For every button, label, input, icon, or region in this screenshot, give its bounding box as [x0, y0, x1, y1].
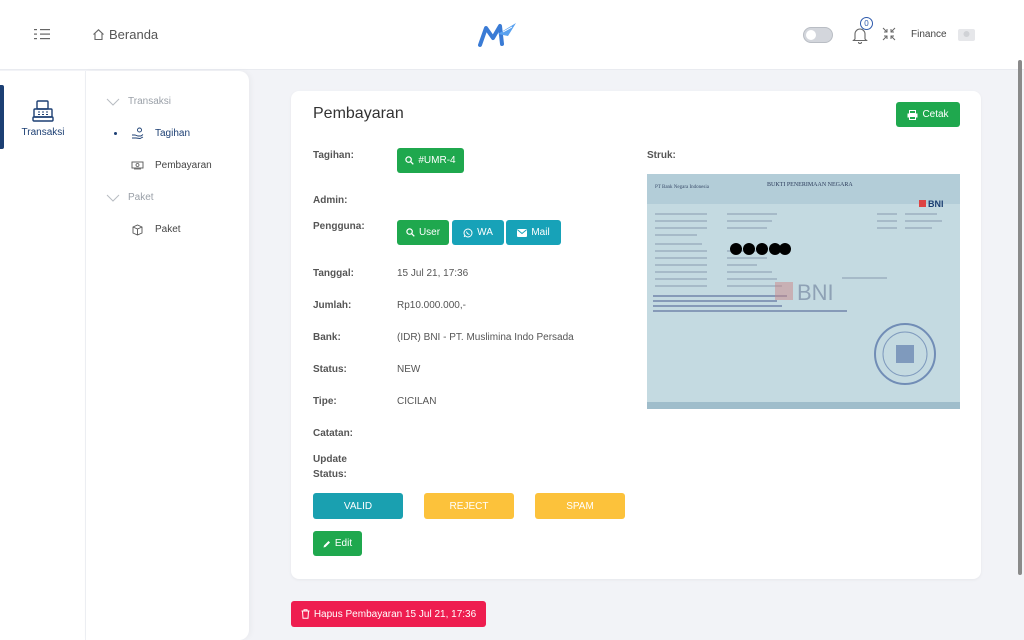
receipt-image[interactable]: PT Bank Negara Indonesia BUKTI PENERIMAA…: [647, 174, 960, 409]
home-icon: [93, 29, 104, 41]
package-icon: [132, 224, 143, 236]
print-button[interactable]: Cetak: [896, 102, 960, 127]
reject-button[interactable]: REJECT: [424, 493, 514, 519]
submenu-group-transaksi[interactable]: Transaksi: [106, 96, 171, 107]
user-name[interactable]: Finance: [911, 29, 947, 40]
scrollbar-thumb[interactable]: [1018, 60, 1022, 575]
update-status-label: Update: [313, 454, 347, 465]
tanggal-label: Tanggal:: [313, 268, 354, 279]
tipe-value: CICILAN: [397, 396, 437, 407]
printer-icon: [907, 109, 918, 120]
fullscreen-exit-icon[interactable]: [882, 27, 896, 41]
home-label: Beranda: [109, 27, 159, 42]
pencil-icon: [323, 540, 330, 547]
submenu-item-label: Tagihan: [155, 128, 191, 139]
whatsapp-button[interactable]: WA: [452, 220, 504, 245]
jumlah-value: Rp10.000.000,-: [397, 300, 466, 311]
submenu-item-tagihan[interactable]: Tagihan: [114, 127, 190, 140]
trash-icon: [301, 609, 310, 619]
handshake-money-icon: [131, 161, 144, 170]
submenu-item-paket[interactable]: Paket: [114, 223, 181, 236]
admin-label: Admin:: [313, 195, 348, 206]
theme-toggle[interactable]: [803, 27, 833, 43]
user-button-label: User: [418, 227, 441, 238]
catatan-label: Catatan:: [313, 428, 354, 439]
receipt-heading: BUKTI PENERIMAAN NEGARA: [767, 182, 853, 188]
submenu-item-pembayaran[interactable]: Pembayaran: [114, 159, 212, 172]
mail-button-label: Mail: [531, 227, 550, 238]
chevron-down-icon: [106, 98, 120, 106]
group-label: Transaksi: [128, 96, 171, 107]
payment-card: Pembayaran Cetak Tagihan: #UMR-4 Admin: …: [291, 91, 981, 579]
envelope-icon: [517, 228, 528, 237]
active-dot: [114, 132, 117, 135]
tanggal-value: 15 Jul 21, 17:36: [397, 268, 469, 279]
hand-coin-icon: [132, 127, 144, 139]
app-logo[interactable]: [478, 20, 518, 48]
submenu-item-label: Pembayaran: [155, 160, 212, 171]
svg-text:BNI: BNI: [928, 199, 944, 209]
valid-button[interactable]: VALID: [313, 493, 403, 519]
topbar: Beranda 0 Finance: [0, 0, 1024, 70]
status-value: NEW: [397, 364, 421, 375]
whatsapp-icon: [463, 228, 473, 237]
tagihan-value: #UMR-4: [418, 155, 456, 166]
chevron-down-icon: [106, 194, 120, 202]
user-button[interactable]: User: [397, 220, 449, 245]
receipt-bank-name: BNI: [797, 280, 834, 305]
rail-item-label: Transaksi: [21, 127, 65, 138]
notification-badge: 0: [860, 17, 873, 30]
active-indicator: [0, 85, 4, 149]
cash-register-icon: [31, 99, 55, 123]
pengguna-label: Pengguna:: [313, 221, 365, 232]
tagihan-link-button[interactable]: #UMR-4: [397, 148, 464, 173]
bank-value: (IDR) BNI - PT. Muslimina Indo Persada: [397, 332, 574, 343]
bank-label: Bank:: [313, 332, 341, 343]
struk-label: Struk:: [647, 150, 676, 161]
left-rail: Transaksi: [0, 71, 86, 640]
delete-payment-button[interactable]: Hapus Pembayaran 15 Jul 21, 17:36: [291, 601, 486, 627]
edit-button[interactable]: Edit: [313, 531, 362, 556]
search-icon: [405, 156, 415, 165]
home-link[interactable]: Beranda: [92, 27, 158, 42]
submenu: Transaksi Tagihan Pembayaran Paket Paket: [86, 71, 249, 640]
rail-item-transaksi[interactable]: Transaksi: [0, 85, 86, 149]
print-label: Cetak: [922, 109, 949, 120]
svg-text:PT Bank Negara Indonesia: PT Bank Negara Indonesia: [655, 185, 710, 190]
mail-button[interactable]: Mail: [506, 220, 561, 245]
tipe-label: Tipe:: [313, 396, 337, 407]
update-status-label: Status:: [313, 469, 347, 480]
page-title: Pembayaran: [313, 105, 404, 122]
edit-label: Edit: [334, 538, 353, 549]
tagihan-label: Tagihan:: [313, 150, 354, 161]
status-label: Status:: [313, 364, 347, 375]
group-label: Paket: [128, 192, 154, 203]
toggle-knob: [806, 30, 816, 40]
submenu-item-label: Paket: [155, 224, 181, 235]
menu-toggle-icon[interactable]: [34, 27, 52, 41]
delete-label: Hapus Pembayaran 15 Jul 21, 17:36: [313, 608, 477, 620]
whatsapp-button-label: WA: [477, 227, 493, 238]
submenu-group-paket[interactable]: Paket: [106, 192, 154, 203]
avatar[interactable]: [958, 27, 975, 42]
search-icon: [406, 228, 415, 237]
redaction-mark: [730, 243, 791, 255]
jumlah-label: Jumlah:: [313, 300, 352, 311]
spam-button[interactable]: SPAM: [535, 493, 625, 519]
